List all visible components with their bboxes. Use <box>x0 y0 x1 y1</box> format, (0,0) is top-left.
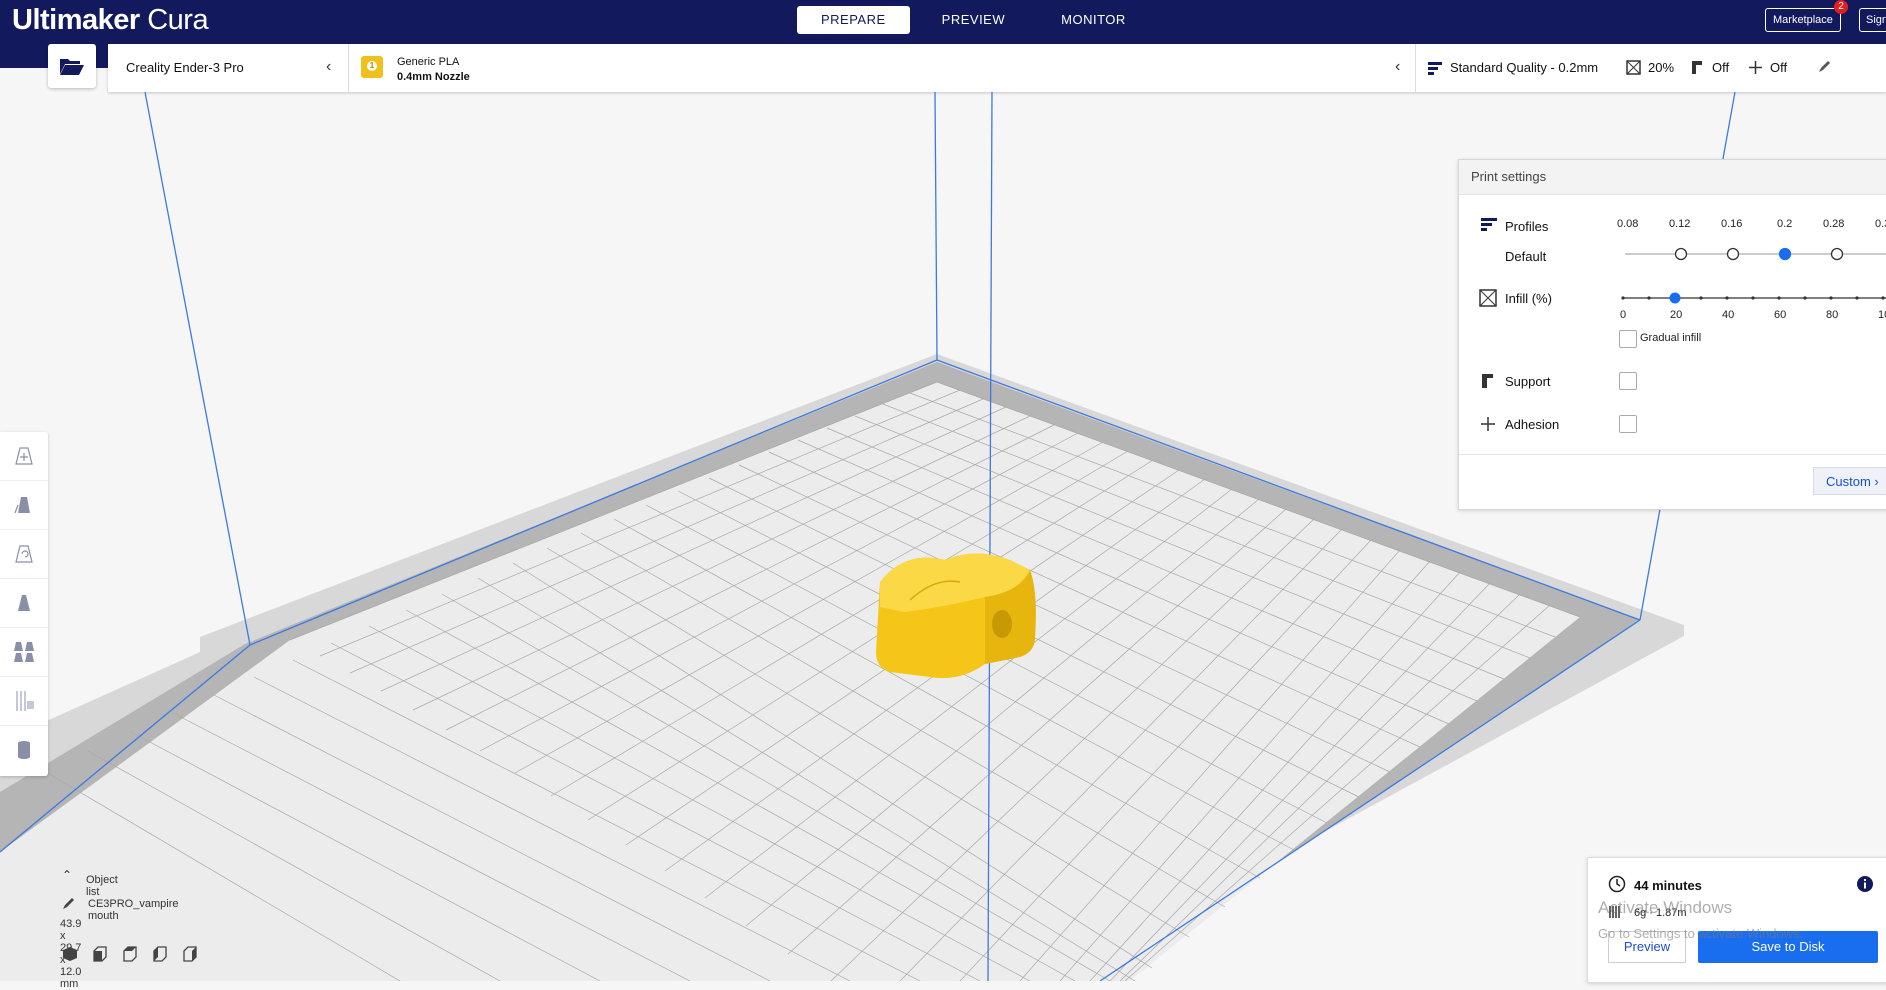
infill-tick-label: 0 <box>1620 309 1627 321</box>
per-model-settings-button[interactable] <box>0 628 48 677</box>
marketplace-badge: 2 <box>1834 0 1848 14</box>
infill-tick-label: 80 <box>1826 309 1839 321</box>
left-view-icon[interactable] <box>152 946 168 962</box>
top-bar: Ultimaker Cura PREPARE PREVIEW MONITOR M… <box>0 0 1886 44</box>
object-name[interactable]: CE3PRO_vampire mouth <box>88 898 178 922</box>
pencil-icon <box>63 898 74 909</box>
support-value: Off <box>1712 60 1730 75</box>
layer-tick-label: 0.12 <box>1669 218 1691 230</box>
print-time: 44 minutes <box>1634 878 1702 893</box>
support-blocker-icon <box>16 691 34 711</box>
print-settings-toggle[interactable]: Standard Quality - 0.2mm 20% Off Off <box>1416 44 1886 92</box>
infill-slider[interactable] <box>1619 288 1886 308</box>
infill-value: 20% <box>1648 60 1675 75</box>
infill-icon <box>1626 60 1641 75</box>
infill-tick-label: 40 <box>1722 309 1735 321</box>
per-model-settings-icon <box>14 642 34 662</box>
chevron-up-icon[interactable]: ⌃ <box>62 868 72 882</box>
printer-header: Creality Ender-3 Pro ‹ 1 Generic PLA 0.4… <box>108 44 1886 92</box>
mirror-icon <box>18 595 30 611</box>
rotate-icon <box>15 545 33 563</box>
adhesion-label: Adhesion <box>1505 417 1560 432</box>
open-file-button[interactable] <box>48 44 96 88</box>
print-settings-title: Print settings <box>1459 160 1886 195</box>
infill-tick-label: 20 <box>1670 309 1683 321</box>
move-tool-button[interactable] <box>0 432 48 481</box>
infill-icon <box>1479 289 1497 307</box>
custom-settings-button[interactable]: Custom › <box>1813 467 1886 495</box>
gradual-infill-checkbox[interactable] <box>1619 330 1637 348</box>
layer-tick-label: 0.08 <box>1617 218 1639 230</box>
layer-tick-label: 0.28 <box>1823 218 1845 230</box>
print-settings-panel: Print settings Profiles Default 0.08 0.1… <box>1458 159 1886 510</box>
stage-tabs: PREPARE PREVIEW MONITOR <box>797 6 1158 34</box>
move-icon <box>15 447 33 465</box>
mirror-tool-button[interactable] <box>0 579 48 628</box>
scale-tool-button[interactable] <box>0 481 48 530</box>
adhesion-value: Off <box>1770 60 1788 75</box>
profile-icon <box>1481 218 1497 231</box>
extruder-icon: 1 <box>361 56 383 78</box>
layer-tick-label: 0.3 <box>1875 218 1886 230</box>
infill-tick-label: 10 <box>1878 309 1886 321</box>
layer-tick-label: 0.16 <box>1721 218 1743 230</box>
tab-monitor[interactable]: MONITOR <box>1037 6 1150 34</box>
infill-label: Infill (%) <box>1505 291 1552 306</box>
front-view-icon[interactable] <box>92 946 108 962</box>
logo-bold: Ultimaker <box>12 4 140 36</box>
profiles-label: Profiles <box>1505 219 1549 234</box>
custom-label: Custom <box>1826 474 1871 489</box>
logo-light: Cura <box>139 4 209 36</box>
scale-icon <box>14 497 30 514</box>
3d-view-icon[interactable] <box>62 946 78 962</box>
top-view-icon[interactable] <box>122 946 138 962</box>
printer-selector[interactable]: Creality Ender-3 Pro ‹ <box>108 44 349 92</box>
app-logo: Ultimaker Cura <box>12 4 209 37</box>
layer-tick-label: 0.2 <box>1777 218 1793 230</box>
marketplace-button[interactable]: Marketplace <box>1765 8 1841 32</box>
adhesion-checkbox[interactable] <box>1619 415 1637 433</box>
support-blocker-button[interactable] <box>0 677 48 726</box>
material-name: Generic PLA <box>397 56 460 68</box>
folder-open-icon <box>60 59 84 75</box>
material-selector[interactable]: 1 Generic PLA 0.4mm Nozzle ‹ <box>349 44 1416 92</box>
infill-tick-label: 60 <box>1774 309 1787 321</box>
rotate-tool-button[interactable] <box>0 530 48 579</box>
cylinder-icon <box>18 741 30 759</box>
adhesion-icon <box>1749 61 1762 74</box>
signin-button[interactable]: Sign in <box>1859 8 1886 32</box>
info-icon[interactable] <box>1856 875 1874 893</box>
chevron-left-icon: ‹ <box>1395 58 1401 75</box>
support-icon <box>1482 374 1493 388</box>
pencil-icon <box>1819 61 1830 72</box>
printer-name: Creality Ender-3 Pro <box>126 60 244 75</box>
divider <box>1459 454 1886 455</box>
clock-icon <box>1608 875 1626 893</box>
print-estimate-panel: 44 minutes 6g · 1.87m Preview Save to Di… <box>1587 857 1886 983</box>
tab-preview[interactable]: PREVIEW <box>918 6 1029 34</box>
activation-watermark-text: Go to Settings to activate Windows. <box>1598 926 1804 941</box>
right-view-icon[interactable] <box>182 946 198 962</box>
support-checkbox[interactable] <box>1619 372 1637 390</box>
cylinder-tool-button[interactable] <box>0 726 48 774</box>
profile-icon <box>1428 62 1442 75</box>
tab-prepare[interactable]: PREPARE <box>797 6 910 34</box>
nozzle-size: 0.4mm Nozzle <box>397 71 470 83</box>
support-icon <box>1692 61 1702 74</box>
layer-height-slider[interactable] <box>1625 244 1886 264</box>
tool-panel <box>0 432 48 776</box>
activation-watermark-title: Activate Windows <box>1598 898 1733 917</box>
default-label: Default <box>1505 249 1547 264</box>
chevron-left-icon: ‹ <box>326 58 332 75</box>
support-label: Support <box>1505 374 1551 389</box>
object-list-label[interactable]: Object list <box>86 874 118 898</box>
quality-profile: Standard Quality - 0.2mm <box>1450 60 1599 75</box>
extruder-number: 1 <box>367 61 377 71</box>
adhesion-icon <box>1481 417 1495 431</box>
gradual-infill-label: Gradual infill <box>1640 332 1702 344</box>
